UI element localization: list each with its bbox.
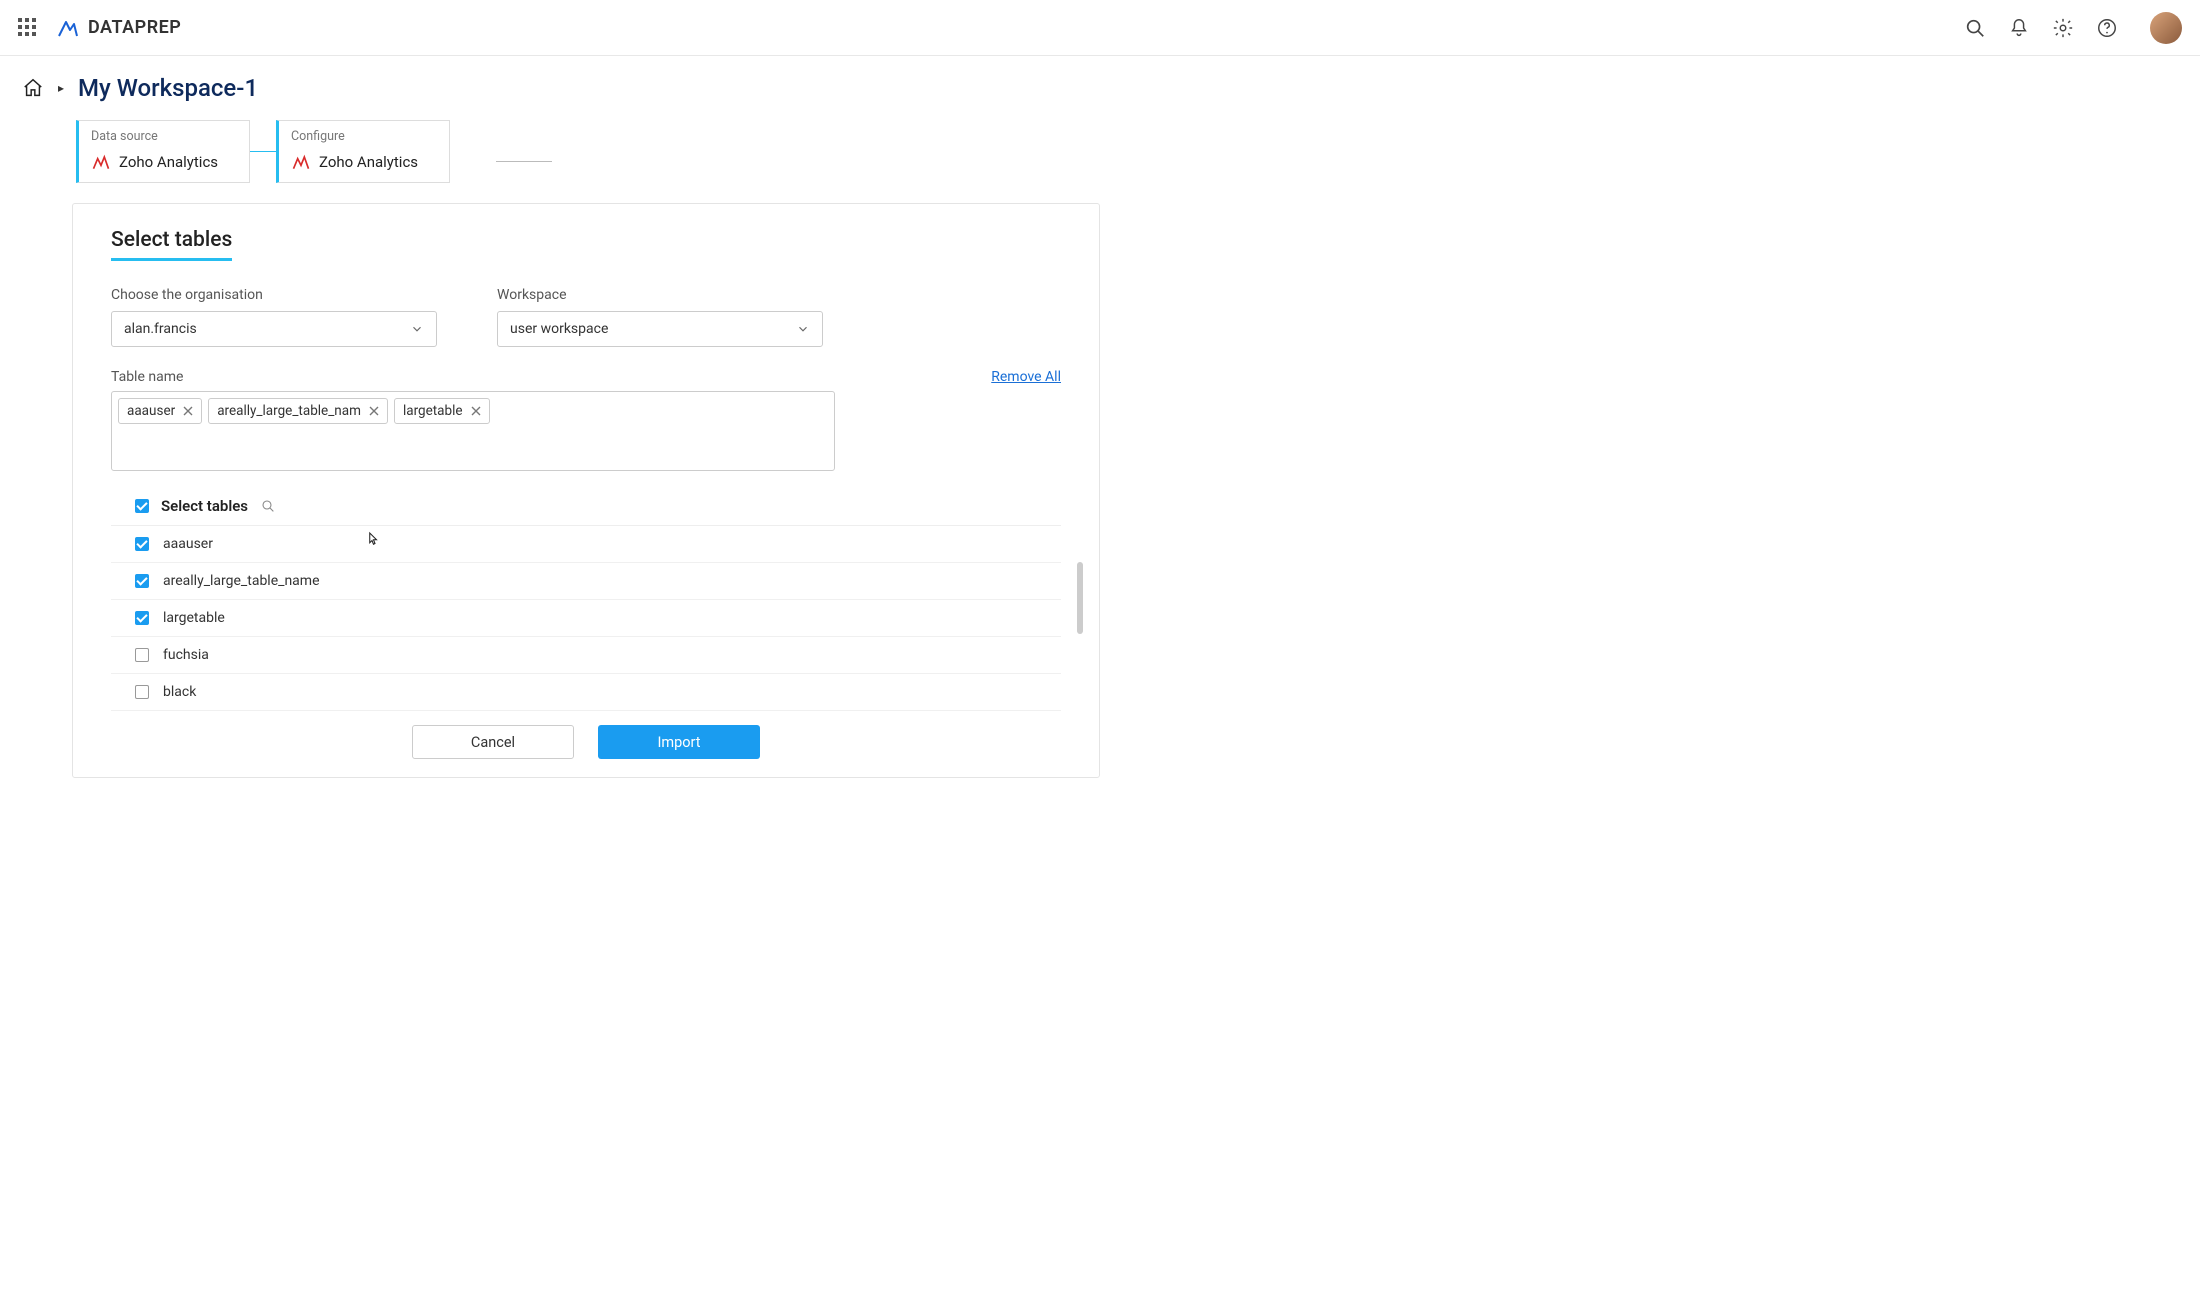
step-data-source[interactable]: Data source Zoho Analytics <box>76 120 250 183</box>
search-icon[interactable] <box>260 498 276 514</box>
chip-text: aaauser <box>127 403 175 419</box>
table-name: areally_large_table_name <box>163 573 320 589</box>
dataprep-logo-icon <box>56 16 80 40</box>
chip-text: areally_large_table_nam <box>217 403 361 419</box>
table-list: aaauser areally_large_table_name largeta… <box>111 526 1061 711</box>
home-icon[interactable] <box>22 77 44 99</box>
step-name: Zoho Analytics <box>119 153 218 171</box>
step-connector <box>250 151 276 152</box>
chevron-down-icon <box>796 322 810 336</box>
step-configure[interactable]: Configure Zoho Analytics <box>276 120 450 183</box>
organisation-field: Choose the organisation alan.francis <box>111 287 437 347</box>
table-name: largetable <box>163 610 225 626</box>
organisation-select[interactable]: alan.francis <box>111 311 437 347</box>
close-icon[interactable] <box>183 406 193 416</box>
zoho-analytics-icon <box>91 152 111 172</box>
workspace-field: Workspace user workspace <box>497 287 823 347</box>
wizard-steps: Data source Zoho Analytics Configure Zoh… <box>0 112 2200 203</box>
step-name: Zoho Analytics <box>319 153 418 171</box>
table-name: fuchsia <box>163 647 209 663</box>
page-title: My Workspace-1 <box>78 74 258 102</box>
table-list-section: Select tables aaauser areally_large_tabl… <box>111 487 1061 711</box>
close-icon[interactable] <box>471 406 481 416</box>
step-label: Data source <box>91 129 237 144</box>
chevron-down-icon <box>410 322 424 336</box>
organisation-label: Choose the organisation <box>111 287 437 303</box>
import-button[interactable]: Import <box>598 725 760 759</box>
header-actions <box>1964 12 2182 44</box>
panel-footer: Cancel Import <box>111 711 1061 777</box>
table-name: black <box>163 684 196 700</box>
row-checkbox[interactable] <box>135 648 149 662</box>
breadcrumb-separator-icon: ▸ <box>58 81 64 95</box>
organisation-value: alan.francis <box>124 321 197 337</box>
bell-icon[interactable] <box>2008 17 2030 39</box>
cursor-icon <box>363 529 381 549</box>
select-tables-panel: Select tables Choose the organisation al… <box>72 203 1100 778</box>
table-row[interactable]: fuchsia <box>111 637 1061 674</box>
select-all-checkbox[interactable] <box>135 499 149 513</box>
row-checkbox[interactable] <box>135 537 149 551</box>
row-checkbox[interactable] <box>135 574 149 588</box>
app-name: DATAPREP <box>88 17 181 38</box>
search-icon[interactable] <box>1964 17 1986 39</box>
chip: largetable <box>394 398 490 424</box>
app-logo[interactable]: DATAPREP <box>56 16 181 40</box>
table-name: aaauser <box>163 536 213 552</box>
scrollbar-thumb[interactable] <box>1077 562 1083 634</box>
step-placeholder <box>496 161 552 162</box>
remove-all-link[interactable]: Remove All <box>991 369 1061 385</box>
avatar[interactable] <box>2150 12 2182 44</box>
table-list-header: Select tables <box>111 487 1061 526</box>
table-row[interactable]: aaauser <box>111 526 1061 563</box>
chip: aaauser <box>118 398 202 424</box>
workspace-value: user workspace <box>510 321 608 337</box>
row-checkbox[interactable] <box>135 611 149 625</box>
chip: areally_large_table_nam <box>208 398 388 424</box>
table-row[interactable]: areally_large_table_name <box>111 563 1061 600</box>
gear-icon[interactable] <box>2052 17 2074 39</box>
table-row[interactable]: largetable <box>111 600 1061 637</box>
breadcrumb: ▸ My Workspace-1 <box>0 56 2200 112</box>
table-list-title: Select tables <box>161 497 248 515</box>
close-icon[interactable] <box>369 406 379 416</box>
panel-title: Select tables <box>111 228 232 261</box>
app-launcher-icon[interactable] <box>18 18 38 38</box>
tablename-chipbox[interactable]: aaauser areally_large_table_nam largetab… <box>111 391 835 471</box>
workspace-label: Workspace <box>497 287 823 303</box>
zoho-analytics-icon <box>291 152 311 172</box>
app-header: DATAPREP <box>0 0 2200 56</box>
step-label: Configure <box>291 129 437 144</box>
chip-text: largetable <box>403 403 463 419</box>
cancel-button[interactable]: Cancel <box>412 725 574 759</box>
workspace-select[interactable]: user workspace <box>497 311 823 347</box>
help-icon[interactable] <box>2096 17 2118 39</box>
row-checkbox[interactable] <box>135 685 149 699</box>
table-row[interactable]: black <box>111 674 1061 711</box>
tablename-label: Table name <box>111 369 183 385</box>
